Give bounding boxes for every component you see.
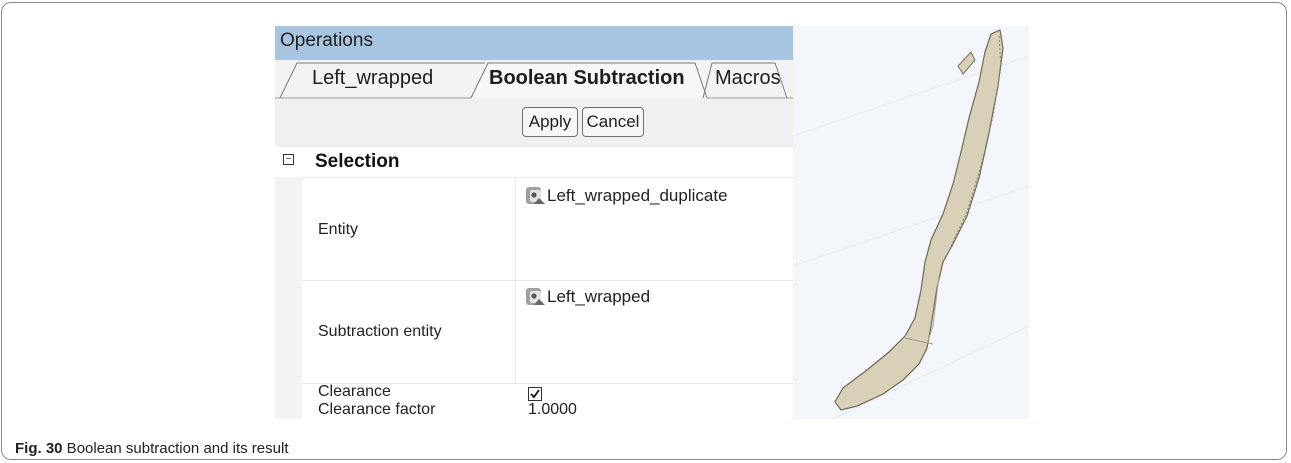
clearance-factor-label: Clearance factor — [318, 401, 436, 418]
subtraction-entity-value[interactable]: Left_wrapped — [547, 287, 650, 307]
figure-frame: Operations Left_wrapped Boolean Subtract… — [1, 2, 1287, 460]
selection-section-header[interactable]: − Selection — [275, 147, 793, 177]
3d-viewport[interactable] — [793, 26, 1029, 419]
caption-label: Fig. 30 — [15, 440, 63, 457]
clearance-factor-value[interactable]: 1.0000 — [528, 401, 577, 419]
property-gutter — [275, 177, 302, 419]
checkmark-icon — [530, 389, 540, 399]
tab-boolean-subtraction[interactable]: Boolean Subtraction — [489, 67, 685, 90]
mesh-entity-icon — [524, 185, 546, 207]
row-divider — [302, 177, 793, 178]
apply-button[interactable]: Apply — [522, 107, 578, 137]
section-title: Selection — [315, 151, 400, 172]
subtraction-result-model — [793, 29, 1029, 419]
property-grid: − Selection Left_wrapped_duplicate Entit… — [275, 147, 793, 419]
entity-label: Entity — [318, 221, 359, 238]
operations-panel: Operations Left_wrapped Boolean Subtract… — [275, 26, 793, 419]
collapse-icon[interactable]: − — [283, 154, 294, 165]
caption-text: Boolean subtraction and its result — [62, 440, 289, 457]
clearance-checkbox[interactable] — [528, 387, 542, 401]
cancel-button[interactable]: Cancel — [582, 107, 644, 137]
clearance-label: Clearance — [318, 383, 391, 400]
figure-caption: Fig. 30 Boolean subtraction and its resu… — [15, 440, 288, 457]
tab-bar: Left_wrapped Boolean Subtraction Macros — [275, 60, 793, 100]
operations-title: Operations — [280, 30, 373, 51]
subtraction-entity-label: Subtraction entity — [318, 323, 442, 340]
row-divider — [302, 280, 793, 281]
tab-left-wrapped[interactable]: Left_wrapped — [312, 67, 433, 90]
operations-header: Operations — [275, 26, 793, 60]
mesh-entity-icon — [524, 286, 546, 308]
entity-value[interactable]: Left_wrapped_duplicate — [547, 186, 728, 206]
tab-macros[interactable]: Macros — [715, 67, 781, 90]
